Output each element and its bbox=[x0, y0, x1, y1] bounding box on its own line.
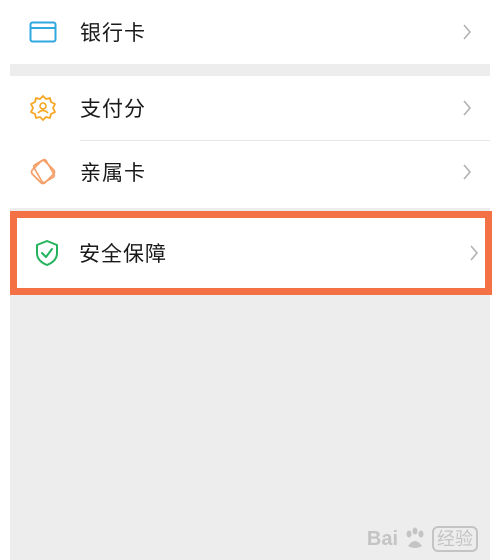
section-divider bbox=[10, 64, 490, 76]
menu-item-label: 银行卡 bbox=[80, 21, 146, 45]
chevron-right-icon bbox=[467, 242, 481, 264]
wallet-menu-screen: 银行卡 支付分 亲属卡 安全保障 Bai 经验 bbox=[0, 0, 496, 560]
menu-group-middle: 支付分 亲属卡 bbox=[10, 76, 490, 204]
chevron-right-icon bbox=[460, 161, 474, 183]
shield-check-icon bbox=[32, 238, 62, 268]
paw-icon bbox=[406, 527, 424, 548]
bank-card-icon bbox=[28, 17, 58, 47]
menu-item-security[interactable]: 安全保障 bbox=[17, 218, 485, 288]
menu-group-top: 银行卡 bbox=[10, 0, 490, 64]
watermark: Bai 经验 bbox=[367, 526, 478, 552]
diamond-card-icon bbox=[28, 157, 58, 187]
menu-item-label: 支付分 bbox=[80, 97, 146, 121]
chevron-right-icon bbox=[460, 97, 474, 119]
menu-item-payment-score[interactable]: 支付分 bbox=[10, 76, 490, 140]
menu-item-label: 安全保障 bbox=[79, 242, 167, 266]
badge-person-icon bbox=[28, 93, 58, 123]
menu-item-label: 亲属卡 bbox=[80, 161, 146, 185]
watermark-suffix: 经验 bbox=[432, 526, 478, 552]
menu-item-bank-card[interactable]: 银行卡 bbox=[10, 0, 490, 64]
watermark-brand: Bai bbox=[366, 527, 398, 550]
chevron-right-icon bbox=[460, 21, 474, 43]
menu-item-family-card[interactable]: 亲属卡 bbox=[10, 140, 490, 204]
highlight-frame: 安全保障 bbox=[10, 211, 492, 295]
